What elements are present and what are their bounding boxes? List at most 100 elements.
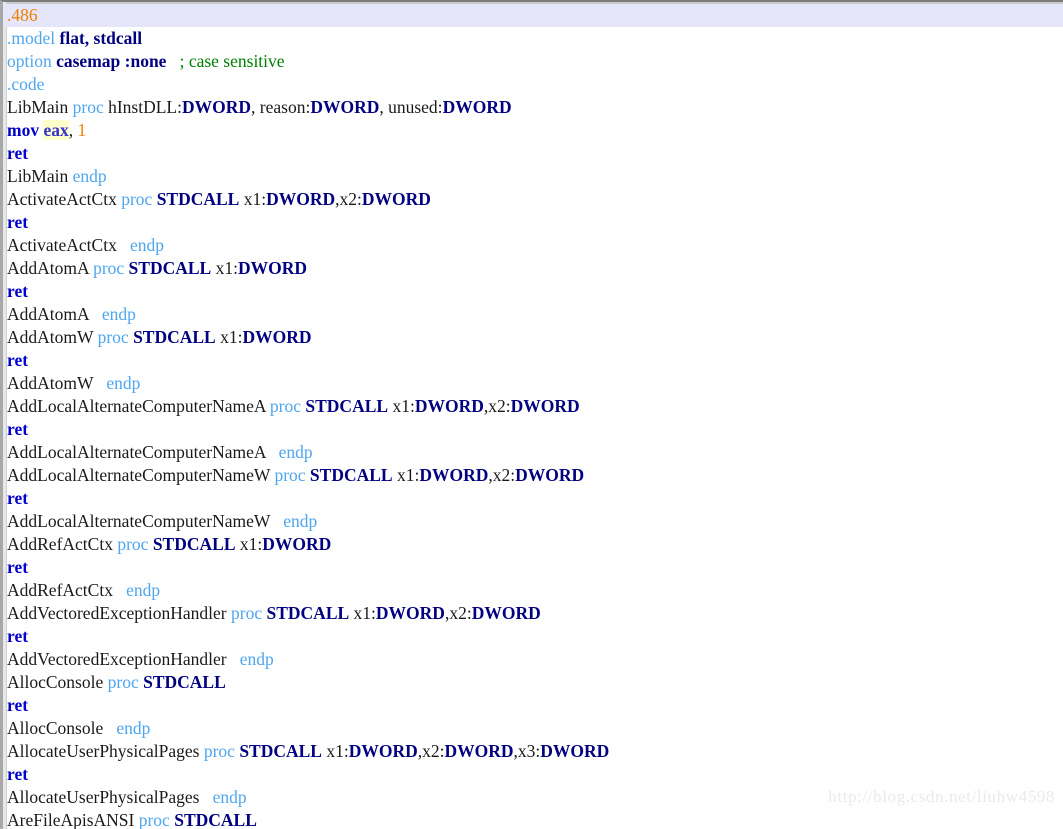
code-token-plain: AreFileApisANSI: [7, 810, 139, 829]
code-token-num: 1: [77, 120, 87, 140]
code-token-plain: , unused:: [379, 97, 443, 117]
code-token-plain: ,x2:: [417, 741, 445, 761]
code-token-type: DWORD: [310, 97, 380, 117]
code-token-type: DWORD: [242, 327, 312, 347]
code-token-kw: endp: [239, 649, 274, 669]
code-line[interactable]: AddLocalAlternateComputerNameA proc STDC…: [7, 395, 1063, 418]
code-token-type: DWORD: [540, 741, 610, 761]
code-token-kw: endp: [129, 235, 164, 255]
code-line[interactable]: LibMain endp: [7, 165, 1063, 188]
code-line[interactable]: AllocateUserPhysicalPages proc STDCALL x…: [7, 740, 1063, 763]
code-line[interactable]: AddVectoredExceptionHandler proc STDCALL…: [7, 602, 1063, 625]
code-token-plain: ActivateActCtx: [7, 189, 122, 209]
code-token-bold: STDCALL: [239, 741, 322, 761]
code-token-instr: ret: [7, 488, 29, 508]
code-token-bold: STDCALL: [174, 810, 257, 829]
code-line[interactable]: ActivateActCtx endp: [7, 234, 1063, 257]
code-token-kw: proc: [121, 189, 153, 209]
code-token-bold: flat, stdcall: [59, 28, 143, 48]
code-line[interactable]: AddVectoredExceptionHandler endp: [7, 648, 1063, 671]
code-line[interactable]: .code: [7, 73, 1063, 96]
code-line[interactable]: AddLocalAlternateComputerNameW proc STDC…: [7, 464, 1063, 487]
code-line[interactable]: AllocConsole endp: [7, 717, 1063, 740]
code-token-bold: STDCALL: [305, 396, 389, 416]
code-token-type: DWORD: [375, 603, 445, 623]
code-token-reg: eax: [43, 120, 69, 140]
code-line[interactable]: ret: [7, 487, 1063, 510]
code-token-plain: AddAtomA: [7, 258, 94, 278]
code-token-instr: ret: [7, 212, 29, 232]
code-line-current[interactable]: .486: [3, 4, 1063, 27]
code-token-plain: AddRefActCtx: [7, 580, 127, 600]
code-line[interactable]: AddRefActCtx endp: [7, 579, 1063, 602]
code-token-directive: .486: [7, 5, 38, 25]
code-line[interactable]: AddLocalAlternateComputerNameW endp: [7, 510, 1063, 533]
code-token-bold: STDCALL: [143, 672, 226, 692]
code-token-comment: ; case sensitive: [179, 51, 285, 71]
code-line[interactable]: AddAtomW proc STDCALL x1:DWORD: [7, 326, 1063, 349]
code-token-plain: x1:: [321, 741, 349, 761]
code-line[interactable]: ActivateActCtx proc STDCALL x1:DWORD,x2:…: [7, 188, 1063, 211]
code-token-kw: proc: [269, 396, 302, 416]
code-token-plain: ActivateActCtx: [7, 235, 130, 255]
code-token-plain: AddLocalAlternateComputerNameW: [7, 511, 284, 531]
code-text-area[interactable]: .486 .model flat, stdcall option casemap :…: [3, 4, 1063, 829]
code-line[interactable]: AllocateUserPhysicalPages endp: [7, 786, 1063, 809]
code-line[interactable]: AddAtomA endp: [7, 303, 1063, 326]
code-token-type: DWORD: [262, 534, 332, 554]
code-line[interactable]: AddAtomW endp: [7, 372, 1063, 395]
code-line[interactable]: ret: [7, 142, 1063, 165]
code-line[interactable]: ret: [7, 418, 1063, 441]
code-token-type: DWORD: [419, 465, 489, 485]
code-token-kw: proc: [93, 258, 125, 278]
code-line[interactable]: ret: [7, 349, 1063, 372]
code-token-plain: x1:: [239, 189, 267, 209]
code-line[interactable]: ret: [7, 211, 1063, 234]
code-line[interactable]: AllocConsole proc STDCALL: [7, 671, 1063, 694]
code-token-kw: proc: [231, 603, 263, 623]
code-token-plain: AddRefActCtx: [7, 534, 118, 554]
code-line[interactable]: ret: [7, 556, 1063, 579]
code-token-plain: AddVectoredExceptionHandler: [7, 649, 240, 669]
code-token-instr: ret: [7, 557, 29, 577]
code-line[interactable]: AddRefActCtx proc STDCALL x1:DWORD: [7, 533, 1063, 556]
code-line[interactable]: LibMain proc hInstDLL:DWORD, reason:DWOR…: [7, 96, 1063, 119]
code-token-type: DWORD: [444, 741, 514, 761]
code-token-kw: proc: [117, 534, 149, 554]
code-token-dirname: .model: [7, 28, 56, 48]
code-line[interactable]: mov eax, 1: [7, 119, 1063, 142]
code-line[interactable]: AddAtomA proc STDCALL x1:DWORD: [7, 257, 1063, 280]
code-line[interactable]: ret: [7, 625, 1063, 648]
code-token-bold: STDCALL: [133, 327, 216, 347]
code-line[interactable]: AreFileApisANSI proc STDCALL: [7, 809, 1063, 829]
code-token-plain: ,x2:: [335, 189, 362, 209]
code-token-plain: LibMain: [7, 166, 73, 186]
code-token-plain: x1:: [388, 396, 415, 416]
code-line[interactable]: ret: [7, 694, 1063, 717]
code-token-instr: ret: [7, 281, 29, 301]
code-token-type: DWORD: [182, 97, 252, 117]
code-line[interactable]: AddLocalAlternateComputerNameA endp: [7, 441, 1063, 464]
code-token-type: DWORD: [237, 258, 307, 278]
code-line[interactable]: .model flat, stdcall: [7, 27, 1063, 50]
code-line[interactable]: option casemap :none ; case sensitive: [7, 50, 1063, 73]
code-token-plain: AddAtomW: [7, 373, 107, 393]
code-token-plain: x1:: [392, 465, 420, 485]
code-token-dirname: .code: [7, 74, 45, 94]
code-token-bold: STDCALL: [128, 258, 212, 278]
code-token-plain: LibMain: [7, 97, 73, 117]
code-token-kw: endp: [106, 373, 141, 393]
code-token-plain: AddLocalAlternateComputerNameA: [7, 396, 270, 416]
code-token-bold: STDCALL: [152, 534, 236, 554]
code-token-plain: AllocConsole: [7, 672, 108, 692]
code-token-kw: proc: [72, 97, 104, 117]
code-token-bold: STDCALL: [266, 603, 350, 623]
code-line[interactable]: ret: [7, 280, 1063, 303]
code-token-type: DWORD: [442, 97, 512, 117]
code-token-instr: ret: [7, 764, 29, 784]
code-token-plain: AllocateUserPhysicalPages: [7, 741, 204, 761]
code-line[interactable]: ret: [7, 763, 1063, 786]
code-token-plain: AddAtomA: [7, 304, 102, 324]
code-token-kw: option: [7, 51, 52, 71]
code-editor[interactable]: .486 .model flat, stdcall option casemap :…: [0, 0, 1063, 829]
